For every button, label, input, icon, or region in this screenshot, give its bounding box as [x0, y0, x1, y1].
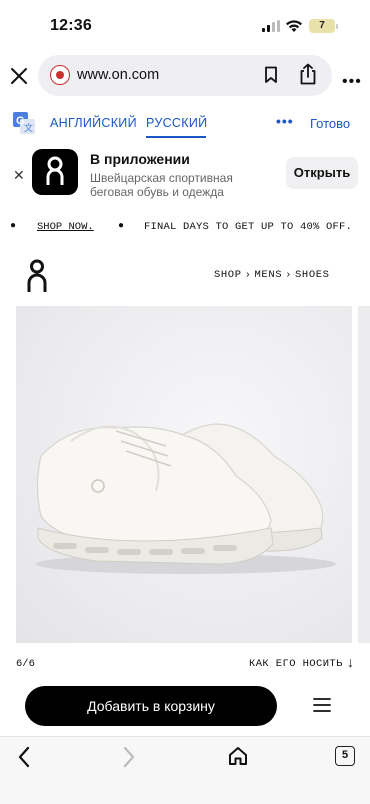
forward-arrow-icon [123, 746, 135, 768]
breadcrumb: SHOP › MENS › SHOES [214, 269, 330, 281]
status-time: 12:36 [50, 17, 92, 34]
banner-subtitle-line2: беговая обувь и одежда [90, 185, 224, 199]
breadcrumb-shoes[interactable]: SHOES [295, 269, 330, 281]
warning-dot [56, 71, 64, 79]
translate-done-button[interactable]: Готово [310, 116, 350, 131]
sneaker-illustration [36, 423, 336, 574]
translate-target-language-tab[interactable]: РУССКИЙ [146, 116, 207, 130]
translate-more-icon[interactable]: ••• [276, 113, 294, 129]
google-translate-icon: G 文 [13, 112, 35, 134]
breadcrumb-shop[interactable]: SHOP [214, 269, 242, 281]
on-brand-logo-icon[interactable] [26, 259, 48, 293]
app-icon [32, 149, 78, 195]
banner-title: В приложении [90, 151, 190, 167]
ticker-bullet: ● [10, 220, 17, 231]
on-logo-icon [46, 156, 64, 185]
banner-close-icon[interactable]: ✕ [13, 167, 25, 184]
browser-bottom-toolbar [0, 736, 370, 804]
open-app-button[interactable]: Открыть [286, 157, 358, 189]
url-text[interactable]: www.on.com [77, 67, 159, 83]
svg-text:文: 文 [24, 122, 33, 133]
breadcrumb-mens[interactable]: MENS [255, 269, 283, 281]
bookmark-icon[interactable] [264, 66, 278, 84]
battery-indicator: 7 [309, 19, 335, 33]
wifi-icon [286, 20, 302, 32]
close-icon[interactable] [9, 66, 29, 86]
arrow-down-icon[interactable]: ↓ [347, 654, 354, 670]
active-language-indicator [146, 136, 206, 138]
add-to-cart-button[interactable]: Добавить в корзину [25, 686, 277, 726]
share-icon[interactable] [299, 63, 317, 85]
ticker-bullet: ● [118, 220, 125, 231]
product-image[interactable] [16, 306, 352, 643]
how-to-wear-link[interactable]: КАК ЕГО НОСИТЬ [249, 658, 343, 670]
promo-message: FINAL DAYS TO GET UP TO 40% OFF. [144, 221, 353, 233]
next-product-image-peek[interactable] [358, 306, 370, 643]
banner-subtitle-line1: Швейцарская спортивная [90, 171, 233, 185]
translate-source-language-tab[interactable]: АНГЛИЙСКИЙ [50, 116, 137, 130]
more-options-icon[interactable]: ••• [342, 73, 362, 91]
gallery-counter: 6/6 [16, 658, 35, 670]
hamburger-menu-icon[interactable] [313, 697, 331, 713]
cellular-signal-icon [262, 20, 280, 32]
shop-now-link[interactable]: SHOP NOW. [37, 221, 94, 233]
home-icon[interactable] [227, 745, 249, 767]
tabs-count-button[interactable]: 5 [335, 746, 355, 766]
battery-tip [336, 24, 338, 29]
back-arrow-icon[interactable] [16, 745, 32, 769]
